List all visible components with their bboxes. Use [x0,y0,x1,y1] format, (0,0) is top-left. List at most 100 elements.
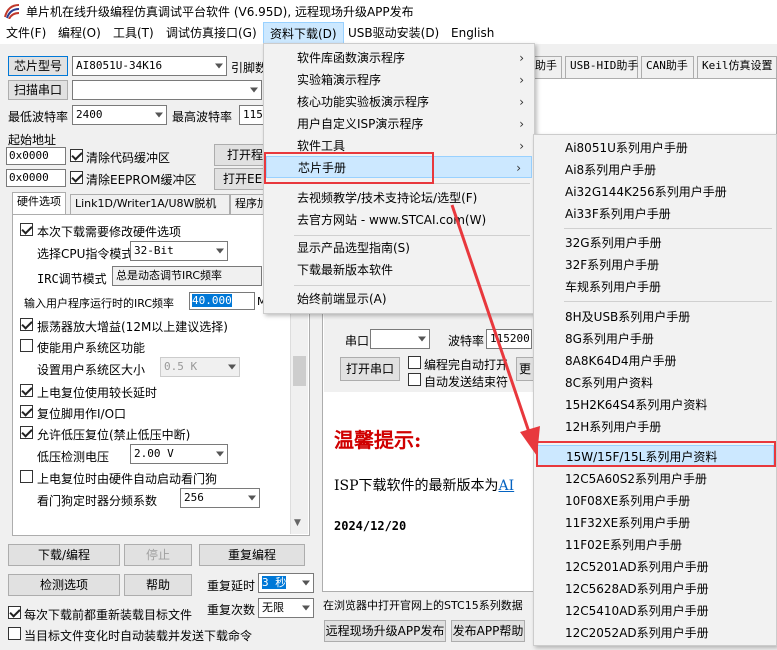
auto-send-checkbox[interactable] [408,373,421,386]
start-address-label: 起始地址 [8,133,57,147]
scroll-down-icon[interactable]: ▼ [294,518,301,528]
submenu-item-manual[interactable]: 12C5410AD系列用户手册 [534,600,776,622]
dropdown-item-core-board-demo[interactable]: 核心功能实验板演示程序 › [264,91,534,113]
dropdown-item-always-on-top[interactable]: 始终前端显示(A) [264,288,534,310]
tab-usb-hid-assistant[interactable]: USB-HID助手 [565,56,638,78]
submenu-item-manual[interactable]: 12H系列用户手册 [534,416,776,438]
low-voltage-reset-checkbox[interactable] [20,426,33,439]
repeat-program-button[interactable]: 重复编程 [199,544,305,566]
submenu-item-manual[interactable]: 15H2K64S4系列用户资料 [534,394,776,416]
tab-link1d-offline[interactable]: Link1D/Writer1A/U8W脱机 [70,194,230,214]
submenu-item-manual[interactable]: 8A8K64D4用户手册 [534,350,776,372]
clear-code-checkbox[interactable] [70,149,83,162]
cpu-mode-select[interactable]: 32-Bit [130,241,228,261]
auto-open-checkbox[interactable] [408,356,421,369]
tab-hardware-options[interactable]: 硬件选项 [12,192,66,214]
submenu-item-manual[interactable]: 12C2052AD系列用户手册 [534,622,776,644]
menu-english[interactable]: English [445,22,500,44]
reload-each-checkbox[interactable] [8,606,21,619]
system-area-size-select[interactable]: 0.5 K [160,357,240,377]
auto-reload-checkbox[interactable] [8,627,21,640]
eeprom-address-input[interactable]: 0x0000 [6,169,66,187]
submenu-item-manual[interactable]: 12C5628AD系列用户手册 [534,578,776,600]
open-eeprom-button[interactable]: 打开EE [214,168,270,190]
app-logo-icon [4,4,20,19]
submenu-item-manual[interactable]: 12C5201AD系列用户手册 [534,556,776,578]
power-on-delay-checkbox[interactable] [20,384,33,397]
low-voltage-select[interactable]: 2.00 V [130,444,228,464]
chip-model-button[interactable]: 芯片型号 [8,56,68,76]
left-tab-strip: 硬件选项 Link1D/Writer1A/U8W脱机 程序加 [12,192,280,214]
system-area-checkbox[interactable] [20,339,33,352]
submenu-arrow-icon: › [519,73,524,87]
code-address-input[interactable]: 0x0000 [6,147,66,165]
menu-downloads[interactable]: 资料下载(D) [263,22,344,44]
publish-app-help-button[interactable]: 发布APP帮助 [451,620,525,642]
modify-hw-checkbox[interactable] [20,223,33,236]
submenu-item-manual[interactable]: 11F02E系列用户手册 [534,534,776,556]
menu-program[interactable]: 编程(O) [52,22,107,44]
reload-each-label: 每次下载前都重新装载目标文件 [24,608,193,622]
download-program-button[interactable]: 下载/编程 [8,544,120,566]
dropdown-item-custom-isp-demo[interactable]: 用户自定义ISP演示程序 › [264,113,534,135]
wdt-start-checkbox[interactable] [20,470,33,483]
open-serial-button[interactable]: 打开串口 [340,357,400,381]
irc-frequency-input[interactable]: 40.000 [189,292,255,310]
tab-can-assistant[interactable]: CAN助手 [641,56,694,78]
serial-port-select[interactable] [370,329,430,349]
more-button[interactable]: 更 [516,357,534,381]
menu-tools[interactable]: 工具(T) [107,22,160,44]
power-on-delay-label: 上电复位使用较长延时 [37,386,158,400]
submenu-item-manual[interactable]: 8G系列用户手册 [534,328,776,350]
submenu-item-manual[interactable]: 12C5A60S2系列用户手册 [534,468,776,490]
submenu-arrow-icon: › [516,161,521,175]
port-select[interactable] [72,80,262,100]
submenu-item-manual[interactable]: Ai8051U系列用户手册 [534,137,776,159]
menu-debug-interface[interactable]: 调试仿真接口(G) [160,22,263,44]
help-button[interactable]: 帮助 [124,574,192,596]
submenu-item-manual[interactable]: 车规系列用户手册 [534,276,776,298]
irc-mode-select[interactable]: 总是动态调节IRC频率 [112,266,262,286]
submenu-item-manual[interactable]: 10F08XE系列用户手册 [534,490,776,512]
clear-eeprom-checkbox[interactable] [70,171,83,184]
submenu-item-manual[interactable]: Ai33F系列用户手册 [534,203,776,225]
stop-button[interactable]: 停止 [124,544,192,566]
dropdown-item-download-latest[interactable]: 下载最新版本软件 [264,259,534,281]
dropdown-item-selection-guide[interactable]: 显示产品选型指南(S) [264,237,534,259]
dropdown-item-official-site[interactable]: 去官方网站 - www.STCAI.com(W) [264,209,534,231]
system-area-size-label: 设置用户系统区大小 [37,363,146,377]
baud-rate-select[interactable]: 115200 [486,329,532,349]
submenu-item-manual[interactable]: Ai8系列用户手册 [534,159,776,181]
menu-usb-driver[interactable]: USB驱动安装(D) [342,22,445,44]
menu-file[interactable]: 文件(F) [0,22,52,44]
tab-keil-settings[interactable]: Keil仿真设置 [697,56,777,78]
osc-gain-checkbox[interactable] [20,318,33,331]
wdt-divider-select[interactable]: 256 [180,488,260,508]
dropdown-item-kit-demo[interactable]: 实验箱演示程序 › [264,69,534,91]
repeat-count-select[interactable]: 无限 [258,598,314,618]
min-baud-select[interactable]: 2400 [72,105,167,125]
dropdown-item-video-forum[interactable]: 去视频教学/技术支持论坛/选型(F) [264,187,534,209]
submenu-separator [564,301,772,302]
repeat-delay-select[interactable]: 3 秒 [258,573,314,593]
right-tab-strip: 助手 USB-HID助手 CAN助手 Keil仿真设置 [530,56,777,78]
scroll-thumb[interactable] [293,356,306,386]
remote-upgrade-button[interactable]: 远程现场升级APP发布 [324,620,446,642]
detect-options-button[interactable]: 检测选项 [8,574,120,596]
submenu-arrow-icon: › [519,51,524,65]
submenu-item-manual[interactable]: Ai32G144K256系列用户手册 [534,181,776,203]
submenu-item-manual[interactable]: 11F32XE系列用户手册 [534,512,776,534]
submenu-item-manual[interactable]: 32F系列用户手册 [534,254,776,276]
open-program-button[interactable]: 打开程 [214,144,270,166]
cpu-mode-label: 选择CPU指令模式 [37,247,134,261]
reset-pin-io-checkbox[interactable] [20,405,33,418]
auto-open-label: 编程完自动打开 [424,358,509,372]
dropdown-item-library-demo[interactable]: 软件库函数演示程序 › [264,47,534,69]
chip-model-select[interactable]: AI8051U-34K16 [72,56,227,76]
submenu-item-manual[interactable]: 8H及USB系列用户手册 [534,306,776,328]
reset-pin-io-label: 复位脚用作I/O口 [37,407,127,421]
submenu-item-manual[interactable]: 8C系列用户资料 [534,372,776,394]
submenu-item-manual[interactable]: 32G系列用户手册 [534,232,776,254]
notice-version-link[interactable]: AI [499,478,515,494]
scan-port-button[interactable]: 扫描串口 [8,80,68,100]
